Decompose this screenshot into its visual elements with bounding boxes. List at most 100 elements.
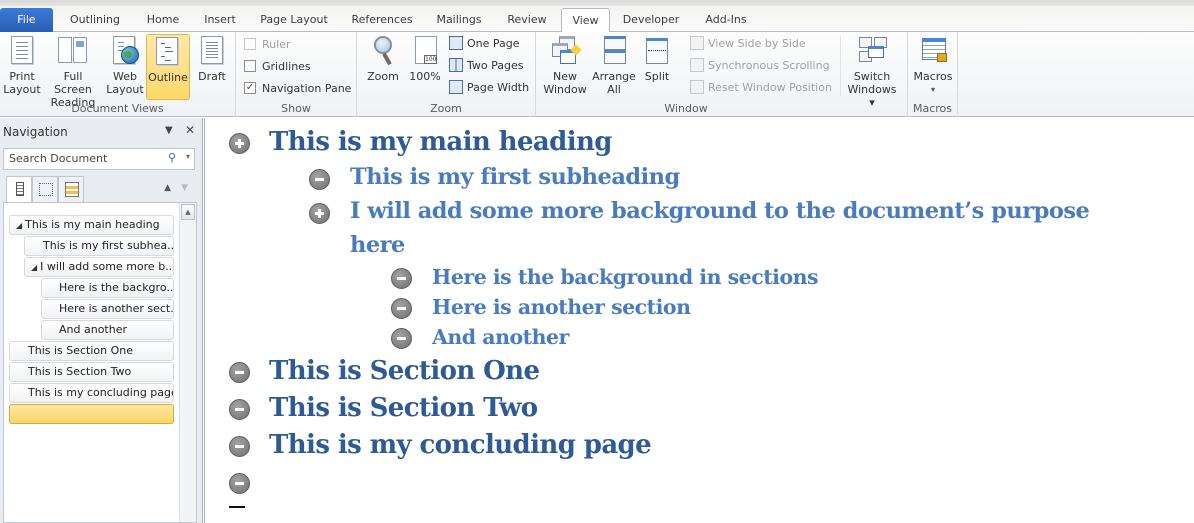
tree-item[interactable]: ◢ I will add some more b... — [24, 257, 174, 277]
search-icon[interactable]: ⚲ — [168, 151, 176, 164]
zoom-100-label: 100% — [409, 70, 441, 83]
arrange-all-button[interactable]: Arrange All — [590, 34, 638, 98]
tab-insert[interactable]: Insert — [196, 8, 244, 32]
outline-heading-3[interactable]: Here is another section — [432, 295, 691, 319]
web-layout-icon — [110, 36, 140, 66]
tree-item-label: This is my concluding page — [28, 386, 174, 399]
tab-home[interactable]: Home — [140, 8, 186, 32]
outline-collapse-icon[interactable] — [391, 298, 412, 319]
gridlines-check-icon — [244, 60, 256, 72]
outline-heading-2[interactable]: This is my first subheading — [350, 164, 680, 190]
tab-references[interactable]: References — [344, 8, 420, 32]
outline-heading-1[interactable]: This is Section One — [269, 356, 540, 386]
print-layout-button[interactable]: Print Layout — [0, 34, 44, 98]
navigation-pane-checkbox[interactable]: ✓ Navigation Pane — [244, 79, 351, 99]
web-layout-button[interactable]: Web Layout — [103, 34, 147, 98]
outline-collapse-icon[interactable] — [391, 268, 412, 289]
tab-add-ins[interactable]: Add-Ins — [698, 8, 754, 32]
new-window-button[interactable]: New Window — [541, 34, 589, 98]
gridlines-checkbox[interactable]: Gridlines — [244, 57, 311, 77]
outline-heading-2[interactable]: I will add some more background to the d… — [350, 198, 1090, 224]
tree-item[interactable]: Here is another sect... — [41, 299, 174, 319]
arrange-all-icon — [599, 36, 629, 66]
outline-heading-1[interactable]: This is my main heading — [269, 127, 612, 157]
outline-collapse-icon[interactable] — [309, 169, 330, 190]
view-side-by-side-button[interactable]: View Side by Side — [690, 34, 806, 54]
scroll-up-icon[interactable]: ▲ — [181, 204, 195, 220]
page-width-button[interactable]: Page Width — [449, 78, 529, 98]
previous-heading-icon[interactable]: ▲ — [164, 183, 171, 193]
tree-item[interactable]: This is Section Two — [9, 362, 174, 382]
document-outline-area[interactable]: This is my main heading This is my first… — [204, 118, 1194, 523]
tree-item[interactable]: ◢ This is my main heading — [9, 215, 174, 235]
outline-heading-1[interactable]: This is my concluding page — [269, 430, 652, 460]
tab-browse-pages[interactable] — [32, 176, 58, 202]
full-screen-reading-button[interactable]: Full Screen Reading — [43, 34, 103, 109]
print-layout-label-2: Layout — [3, 83, 41, 96]
outline-collapse-icon[interactable] — [229, 399, 250, 420]
tab-page-layout[interactable]: Page Layout — [254, 8, 334, 32]
outline-heading-3[interactable]: Here is the background in sections — [432, 265, 819, 289]
outline-button[interactable]: Outline — [146, 34, 190, 100]
tree-item[interactable]: This is Section One — [9, 341, 174, 361]
tree-item[interactable]: And another — [41, 320, 174, 340]
next-heading-icon[interactable]: ▼ — [181, 183, 188, 193]
outline-label: Outline — [148, 71, 188, 84]
outline-heading-1[interactable]: This is Section Two — [269, 393, 538, 423]
split-button[interactable]: Split — [635, 34, 679, 98]
switch-windows-button[interactable]: Switch Windows ▾ — [846, 34, 898, 109]
outline-expand-icon[interactable] — [229, 133, 250, 154]
outline-heading-2-continuation[interactable]: here — [350, 232, 405, 258]
search-options-chevron-icon[interactable]: ▾ — [186, 152, 190, 161]
one-page-button[interactable]: One Page — [449, 34, 520, 54]
tab-view[interactable]: View — [561, 8, 610, 33]
tab-browse-headings[interactable] — [6, 176, 32, 203]
navigation-title: Navigation — [3, 125, 68, 139]
navigation-pane: Navigation ▼ ✕ Search Document ⚲ ▾ ▲ ▼ ◢ T… — [0, 118, 203, 523]
switch-windows-icon — [857, 36, 887, 66]
page-width-icon — [449, 80, 463, 94]
zoom-100-button[interactable]: 100 100% — [403, 34, 447, 98]
tab-browse-results[interactable] — [58, 176, 84, 202]
macros-label: Macros — [913, 70, 953, 83]
outline-expand-icon[interactable] — [309, 203, 330, 224]
draft-button[interactable]: Draft — [190, 34, 234, 98]
tree-scrollbar[interactable]: ▲ — [179, 203, 196, 522]
outline-collapse-icon[interactable] — [229, 473, 250, 494]
web-layout-label-1: Web — [113, 70, 137, 83]
close-icon[interactable]: ✕ — [185, 123, 195, 137]
reset-window-position-button[interactable]: Reset Window Position — [690, 78, 832, 98]
group-label-document-views: Document Views — [71, 102, 164, 115]
tree-item[interactable]: Here is the backgro... — [41, 278, 174, 298]
tab-mailings[interactable]: Mailings — [430, 8, 488, 32]
tree-item-selected[interactable] — [9, 404, 174, 424]
outline-collapse-icon[interactable] — [391, 328, 412, 349]
two-pages-button[interactable]: Two Pages — [449, 56, 523, 76]
view-side-by-side-label: View Side by Side — [708, 37, 806, 50]
tab-outlining[interactable]: Outlining — [60, 8, 130, 32]
new-window-label-2: Window — [543, 83, 587, 96]
synchronous-scrolling-button[interactable]: Synchronous Scrolling — [690, 56, 830, 76]
draft-icon — [197, 36, 227, 66]
zoom-button[interactable]: Zoom — [361, 34, 405, 98]
search-document-input[interactable]: Search Document ⚲ ▾ — [3, 148, 195, 170]
expanded-triangle-icon[interactable]: ◢ — [16, 221, 22, 230]
outline-collapse-icon[interactable] — [229, 362, 250, 383]
outline-collapse-icon[interactable] — [229, 436, 250, 457]
macros-button[interactable]: Macros ▾ — [911, 34, 955, 98]
pane-menu-icon[interactable]: ▼ — [165, 125, 173, 136]
ruler-checkbox[interactable]: Ruler — [244, 35, 290, 55]
tree-item[interactable]: This is my concluding page — [9, 383, 174, 403]
tree-item-label: Here is the backgro... — [59, 281, 174, 294]
outline-heading-3[interactable]: And another — [432, 325, 569, 349]
tab-file[interactable]: File — [0, 8, 53, 32]
tab-developer[interactable]: Developer — [618, 8, 684, 32]
expanded-triangle-icon[interactable]: ◢ — [31, 263, 37, 272]
tree-item[interactable]: This is my first subhea... — [24, 236, 174, 256]
separator — [840, 36, 841, 96]
group-document-views: Print Layout Full Screen Reading Web Lay… — [0, 32, 236, 117]
zoom-label: Zoom — [367, 70, 399, 83]
tab-review[interactable]: Review — [500, 8, 554, 32]
split-icon — [642, 36, 672, 66]
full-screen-label-1: Full Screen — [54, 70, 92, 96]
